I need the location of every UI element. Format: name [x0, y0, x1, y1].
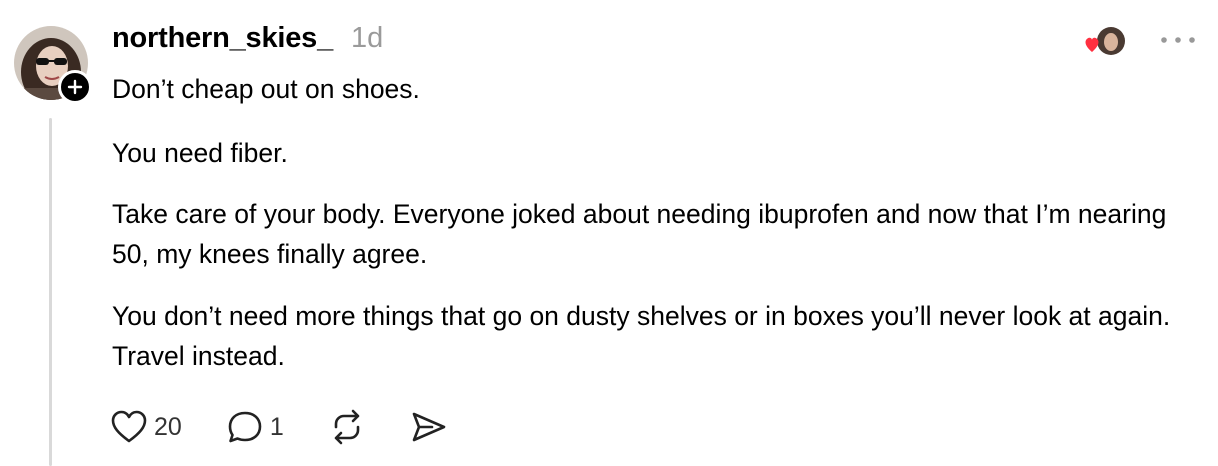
- more-options-button[interactable]: [1158, 30, 1198, 50]
- post-paragraph: You don’t need more things that go on du…: [112, 301, 1171, 371]
- liked-by-avatar[interactable]: [1083, 24, 1129, 58]
- thread-line: [49, 118, 52, 466]
- plus-icon: [67, 79, 83, 95]
- post-header: northern_skies_ 1d: [112, 22, 383, 62]
- timestamp[interactable]: 1d: [351, 22, 383, 55]
- heart-icon: [111, 410, 147, 443]
- username[interactable]: northern_skies_: [112, 22, 333, 55]
- like-button[interactable]: 20: [110, 409, 182, 445]
- post-paragraph: You need fiber.: [112, 138, 288, 168]
- like-count: 20: [154, 412, 182, 441]
- reply-count: 1: [269, 412, 284, 441]
- post-paragraph: Take care of your body. Everyone joked a…: [112, 199, 1167, 269]
- reply-button[interactable]: 1: [226, 409, 284, 445]
- action-bar: 20 1: [110, 405, 448, 449]
- send-icon: [412, 412, 446, 442]
- follow-button[interactable]: [58, 70, 92, 104]
- speech-bubble-icon: [228, 411, 262, 443]
- post-paragraph: Don’t cheap out on shoes.: [112, 74, 420, 104]
- share-button[interactable]: [410, 409, 448, 445]
- thread-post: northern_skies_ 1d Don’t cheap out on sh…: [0, 0, 1218, 466]
- repost-icon: [334, 409, 360, 445]
- more-horizontal-icon: [1161, 37, 1195, 43]
- red-heart-icon: [1085, 37, 1099, 52]
- repost-button[interactable]: [328, 409, 366, 445]
